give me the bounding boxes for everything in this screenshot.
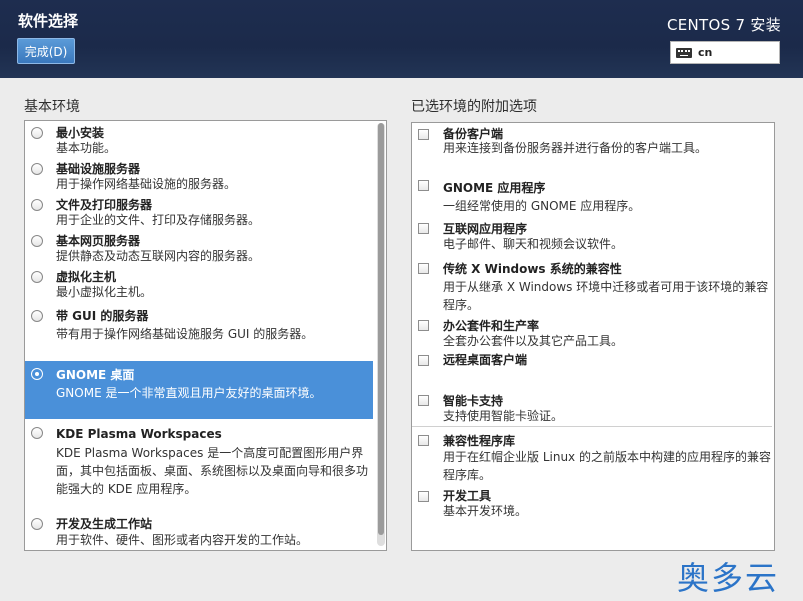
env-name: GNOME 桌面 — [56, 368, 135, 382]
env-item-server-gui[interactable]: 带 GUI 的服务器 带有用于操作网络基础设施服务 GUI 的服务器。 — [25, 303, 373, 361]
env-item-file-print[interactable]: 文件及打印服务器 用于企业的文件、打印及存储服务器。 — [25, 193, 373, 229]
keyboard-layout-indicator[interactable]: cn — [670, 41, 780, 64]
addon-checkbox[interactable] — [418, 129, 429, 140]
env-desc: KDE Plasma Workspaces 是一个高度可配置图形用户界面，其中包… — [56, 446, 369, 496]
env-radio[interactable] — [31, 199, 43, 211]
addon-checkbox[interactable] — [418, 223, 429, 234]
page-title: 软件选择 — [18, 12, 79, 30]
addon-name: 远程桌面客户端 — [443, 353, 528, 367]
addon-item-internet-apps[interactable]: 互联网应用程序 电子邮件、聊天和视频会议软件。 — [412, 217, 772, 257]
env-radio[interactable] — [31, 271, 43, 283]
addon-item-smart-card[interactable]: 智能卡支持 支持使用智能卡验证。 — [412, 389, 772, 425]
keyboard-icon — [676, 47, 692, 58]
addon-checkbox[interactable] — [418, 320, 429, 331]
addon-checkbox[interactable] — [418, 435, 429, 446]
addon-checkbox[interactable] — [418, 263, 429, 274]
env-radio[interactable] — [31, 427, 43, 439]
env-desc: 用于操作网络基础设施的服务器。 — [56, 177, 237, 191]
keyboard-layout-label: cn — [698, 46, 713, 59]
addon-item-remote-desktop[interactable]: 远程桌面客户端 — [412, 349, 772, 385]
base-env-list: 最小安装 基本功能。 基础设施服务器 用于操作网络基础设施的服务器。 文件及打印… — [24, 120, 387, 551]
env-desc: 用于企业的文件、打印及存储服务器。 — [56, 213, 261, 227]
addon-checkbox[interactable] — [418, 180, 429, 191]
addon-item-legacy-x[interactable]: 传统 X Windows 系统的兼容性 用于从继承 X Windows 环境中迁… — [412, 257, 772, 313]
addons-heading: 已选环境的附加选项 — [411, 99, 537, 115]
env-item-minimal[interactable]: 最小安装 基本功能。 — [25, 121, 373, 157]
addons-list: 备份客户端 用来连接到备份服务器并进行备份的客户端工具。 GNOME 应用程序 … — [411, 122, 775, 551]
env-desc: 用于软件、硬件、图形或者内容开发的工作站。 — [56, 533, 309, 547]
base-env-heading: 基本环境 — [24, 99, 80, 115]
watermark: 奥多云 — [677, 559, 780, 597]
env-name: 开发及生成工作站 — [56, 517, 153, 531]
addons-divider — [412, 426, 772, 427]
top-bar: 软件选择 完成(D) CENTOS 7 安装 cn — [0, 0, 803, 78]
env-name: KDE Plasma Workspaces — [56, 427, 222, 441]
addon-item-dev-tools[interactable]: 开发工具 基本开发环境。 — [412, 485, 772, 525]
addon-desc: 用来连接到备份服务器并进行备份的客户端工具。 — [443, 141, 708, 155]
addon-desc: 一组经常使用的 GNOME 应用程序。 — [443, 199, 641, 213]
env-item-infrastructure[interactable]: 基础设施服务器 用于操作网络基础设施的服务器。 — [25, 157, 373, 193]
env-desc: 最小虚拟化主机。 — [56, 285, 153, 299]
env-radio[interactable] — [31, 368, 43, 380]
env-item-gnome-desktop[interactable]: GNOME 桌面 GNOME 是一个非常直观且用户友好的桌面环境。 — [25, 361, 373, 419]
env-radio[interactable] — [31, 310, 43, 322]
env-desc: 带有用于操作网络基础设施服务 GUI 的服务器。 — [56, 327, 314, 341]
addon-desc: 全套办公套件以及其它产品工具。 — [443, 334, 624, 348]
addon-item-gnome-apps[interactable]: GNOME 应用程序 一组经常使用的 GNOME 应用程序。 — [412, 175, 772, 215]
addon-name: 兼容性程序库 — [443, 434, 516, 448]
env-item-dev-workstation[interactable]: 开发及生成工作站 用于软件、硬件、图形或者内容开发的工作站。 — [25, 513, 373, 550]
env-item-kde-plasma[interactable]: KDE Plasma Workspaces KDE Plasma Workspa… — [25, 421, 373, 513]
scrollbar-thumb[interactable] — [378, 123, 384, 535]
env-radio[interactable] — [31, 235, 43, 247]
env-desc: 提供静态及动态互联网内容的服务器。 — [56, 249, 261, 263]
addon-item-office-suite[interactable]: 办公套件和生产率 全套办公套件以及其它产品工具。 — [412, 313, 772, 349]
addon-name: 传统 X Windows 系统的兼容性 — [443, 262, 622, 276]
addon-item-backup-client[interactable]: 备份客户端 用来连接到备份服务器并进行备份的客户端工具。 — [412, 123, 772, 163]
addon-desc: 支持使用智能卡验证。 — [443, 409, 564, 423]
env-radio[interactable] — [31, 163, 43, 175]
addon-checkbox[interactable] — [418, 355, 429, 366]
env-item-virtualization[interactable]: 虚拟化主机 最小虚拟化主机。 — [25, 265, 373, 303]
install-title: CENTOS 7 安装 — [666, 16, 781, 34]
env-name: 带 GUI 的服务器 — [56, 309, 149, 323]
base-env-scrollbar[interactable] — [377, 123, 385, 546]
done-button[interactable]: 完成(D) — [17, 38, 75, 64]
addon-desc: 用于从继承 X Windows 环境中迁移或者可用于该环境的兼容程序。 — [443, 280, 769, 312]
env-desc: 基本功能。 — [56, 141, 117, 155]
addon-checkbox[interactable] — [418, 395, 429, 406]
addon-checkbox[interactable] — [418, 491, 429, 502]
env-item-web-server[interactable]: 基本网页服务器 提供静态及动态互联网内容的服务器。 — [25, 229, 373, 265]
env-radio[interactable] — [31, 518, 43, 530]
addon-desc: 基本开发环境。 — [443, 504, 528, 518]
env-radio[interactable] — [31, 127, 43, 139]
addon-item-compat-libs[interactable]: 兼容性程序库 用于在红帽企业版 Linux 的之前版本中构建的应用程序的兼容程序… — [412, 429, 772, 485]
addon-desc: 用于在红帽企业版 Linux 的之前版本中构建的应用程序的兼容程序库。 — [443, 450, 771, 482]
addon-desc: 电子邮件、聊天和视频会议软件。 — [443, 237, 624, 251]
env-desc: GNOME 是一个非常直观且用户友好的桌面环境。 — [56, 386, 322, 400]
addon-name: GNOME 应用程序 — [443, 181, 546, 195]
